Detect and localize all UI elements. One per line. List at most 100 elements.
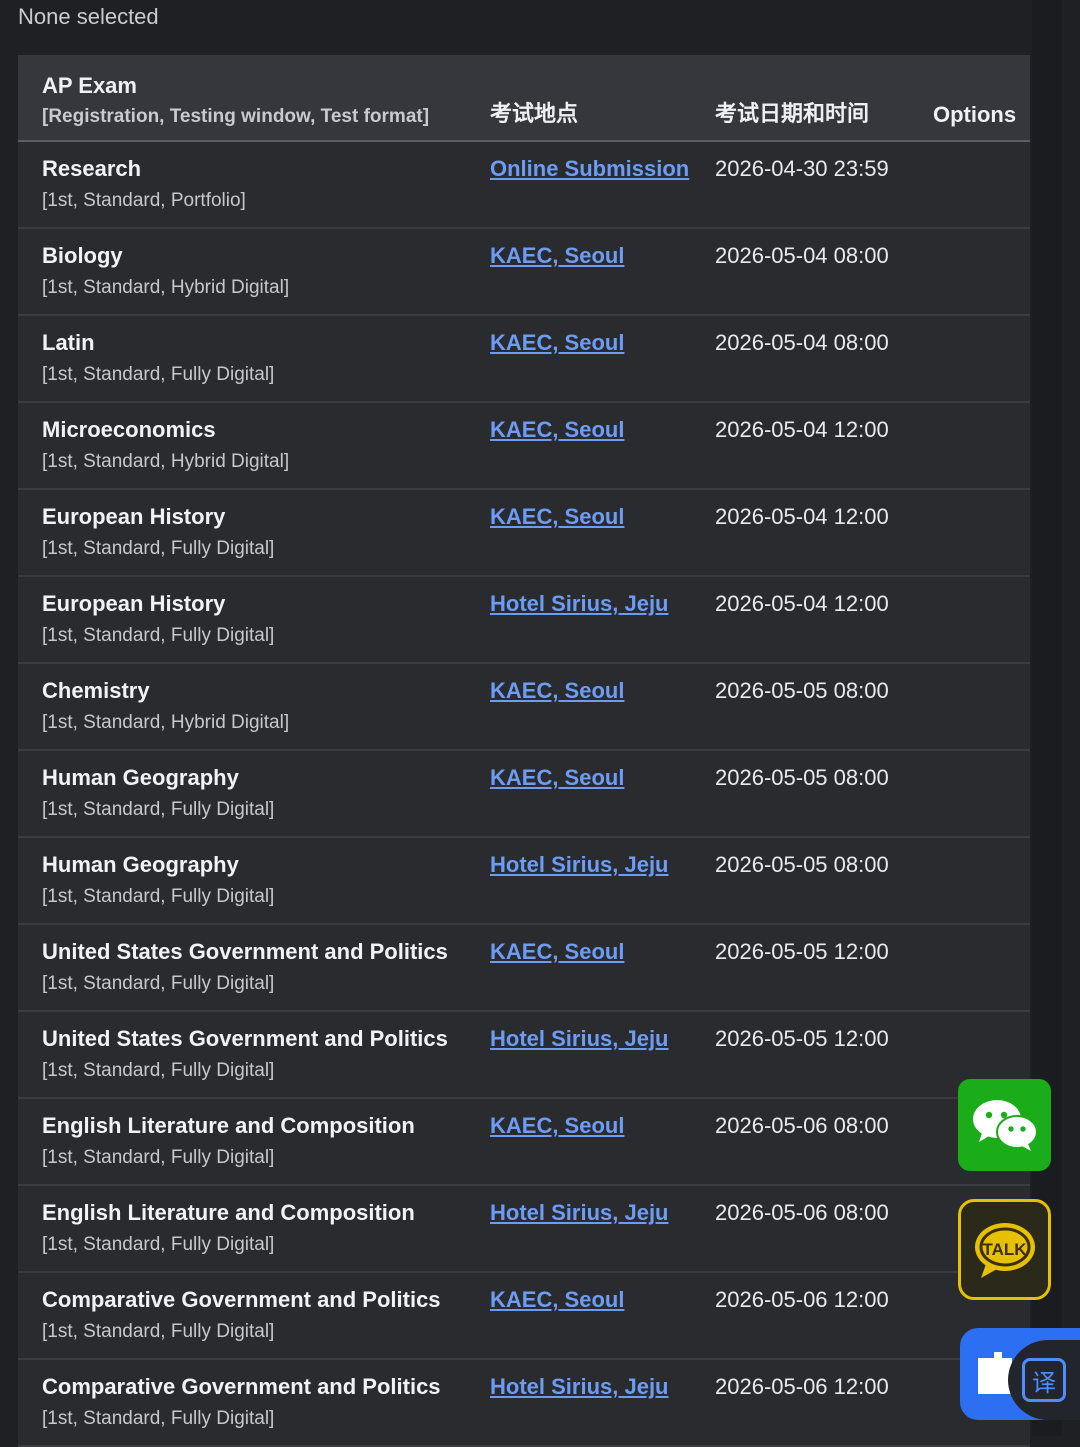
location-link[interactable]: KAEC, Seoul — [490, 1113, 624, 1138]
location-cell: KAEC, Seoul — [490, 924, 715, 1012]
kakaotalk-button[interactable]: TALK — [958, 1199, 1051, 1300]
exam-details: [1st, Standard, Fully Digital] — [42, 1147, 275, 1168]
location-cell: Hotel Sirius, Jeju — [490, 1359, 715, 1447]
table-row[interactable]: Chemistry [1st, Standard, Hybrid Digital]… — [18, 663, 1030, 751]
exam-datetime: 2026-05-05 08:00 — [715, 852, 889, 877]
exam-datetime: 2026-05-05 08:00 — [715, 765, 889, 790]
selection-status: None selected — [18, 4, 159, 29]
location-cell: Hotel Sirius, Jeju — [490, 1185, 715, 1273]
table-row[interactable]: European History [1st, Standard, Fully Di… — [18, 576, 1030, 664]
options-cell — [933, 141, 1030, 229]
location-link[interactable]: Hotel Sirius, Jeju — [490, 1374, 669, 1399]
exam-datetime: 2026-05-04 12:00 — [715, 504, 889, 529]
datetime-cell: 2026-05-04 12:00 — [715, 402, 933, 490]
location-link[interactable]: Hotel Sirius, Jeju — [490, 1200, 669, 1225]
header-exam-title: AP Exam — [42, 73, 137, 98]
options-cell — [933, 750, 1030, 838]
exam-datetime: 2026-05-05 12:00 — [715, 939, 889, 964]
location-link[interactable]: Hotel Sirius, Jeju — [490, 852, 669, 877]
exam-cell: English Literature and Composition [1st, … — [18, 1185, 490, 1273]
table-row[interactable]: Comparative Government and Politics [1st,… — [18, 1359, 1030, 1447]
options-cell — [933, 837, 1030, 925]
location-link[interactable]: KAEC, Seoul — [490, 939, 624, 964]
exam-subject: Latin — [42, 330, 95, 355]
table-row[interactable]: United States Government and Politics [1s… — [18, 1011, 1030, 1099]
exam-subject: Chemistry — [42, 678, 150, 703]
exam-cell: United States Government and Politics [1s… — [18, 1011, 490, 1099]
location-cell: KAEC, Seoul — [490, 1098, 715, 1186]
exam-datetime: 2026-05-04 12:00 — [715, 417, 889, 442]
exam-cell: Research [1st, Standard, Portfolio] — [18, 141, 490, 229]
location-link[interactable]: KAEC, Seoul — [490, 243, 624, 268]
exam-details: [1st, Standard, Fully Digital] — [42, 625, 275, 646]
table-row[interactable]: Research [1st, Standard, Portfolio] Online… — [18, 141, 1030, 229]
exam-datetime: 2026-05-06 08:00 — [715, 1200, 889, 1225]
wechat-icon — [972, 1100, 1038, 1151]
datetime-cell: 2026-05-05 08:00 — [715, 837, 933, 925]
options-cell — [933, 924, 1030, 1012]
wechat-button[interactable] — [958, 1079, 1051, 1171]
location-cell: Hotel Sirius, Jeju — [490, 1011, 715, 1099]
datetime-cell: 2026-05-06 12:00 — [715, 1359, 933, 1447]
exam-details: [1st, Standard, Hybrid Digital] — [42, 451, 290, 472]
table-row[interactable]: Human Geography [1st, Standard, Fully Dig… — [18, 837, 1030, 925]
exam-subject: English Literature and Composition — [42, 1113, 415, 1138]
location-link[interactable]: KAEC, Seoul — [490, 504, 624, 529]
location-link[interactable]: KAEC, Seoul — [490, 765, 624, 790]
exam-details: [1st, Standard, Fully Digital] — [42, 886, 275, 907]
table-row[interactable]: Biology [1st, Standard, Hybrid Digital] KA… — [18, 228, 1030, 316]
exam-cell: Human Geography [1st, Standard, Fully Dig… — [18, 750, 490, 838]
table-row[interactable]: English Literature and Composition [1st, … — [18, 1098, 1030, 1186]
location-cell: Hotel Sirius, Jeju — [490, 837, 715, 925]
location-cell: KAEC, Seoul — [490, 228, 715, 316]
exam-cell: Biology [1st, Standard, Hybrid Digital] — [18, 228, 490, 316]
location-link[interactable]: Hotel Sirius, Jeju — [490, 591, 669, 616]
location-link[interactable]: Hotel Sirius, Jeju — [490, 1026, 669, 1051]
exam-details: [1st, Standard, Fully Digital] — [42, 538, 275, 559]
location-link[interactable]: KAEC, Seoul — [490, 330, 624, 355]
header-exam[interactable]: AP Exam [Registration, Testing window, T… — [18, 55, 490, 142]
exam-datetime: 2026-04-30 23:59 — [715, 156, 889, 181]
table-row[interactable]: English Literature and Composition [1st, … — [18, 1185, 1030, 1273]
exam-subject: European History — [42, 504, 226, 529]
exam-datetime: 2026-05-04 08:00 — [715, 243, 889, 268]
header-location[interactable]: 考试地点 — [490, 55, 715, 142]
table-row[interactable]: Comparative Government and Politics [1st,… — [18, 1272, 1030, 1360]
location-link[interactable]: KAEC, Seoul — [490, 678, 624, 703]
options-cell — [933, 402, 1030, 490]
datetime-cell: 2026-05-06 12:00 — [715, 1272, 933, 1360]
exam-details: [1st, Standard, Fully Digital] — [42, 1060, 275, 1081]
datetime-cell: 2026-05-05 12:00 — [715, 1011, 933, 1099]
exam-subject: Comparative Government and Politics — [42, 1374, 441, 1399]
kakaotalk-label: TALK — [982, 1240, 1027, 1259]
datetime-cell: 2026-04-30 23:59 — [715, 141, 933, 229]
location-link[interactable]: KAEC, Seoul — [490, 417, 624, 442]
table-row[interactable]: European History [1st, Standard, Fully Di… — [18, 489, 1030, 577]
exam-subject: Human Geography — [42, 852, 239, 877]
header-datetime[interactable]: 考试日期和时间 — [715, 55, 933, 142]
exam-details: [1st, Standard, Hybrid Digital] — [42, 277, 290, 298]
datetime-cell: 2026-05-05 12:00 — [715, 924, 933, 1012]
exam-datetime: 2026-05-06 12:00 — [715, 1287, 889, 1312]
exam-cell: Human Geography [1st, Standard, Fully Dig… — [18, 837, 490, 925]
options-cell — [933, 315, 1030, 403]
exam-subject: Biology — [42, 243, 123, 268]
table-row[interactable]: United States Government and Politics [1s… — [18, 924, 1030, 1012]
table-header-row: AP Exam [Registration, Testing window, T… — [18, 55, 1030, 142]
exam-schedule-table: AP Exam [Registration, Testing window, T… — [18, 55, 1030, 1447]
translate-chip[interactable]: 译 — [1008, 1340, 1080, 1420]
table-row[interactable]: Latin [1st, Standard, Fully Digital] KAEC,… — [18, 315, 1030, 403]
exam-datetime: 2026-05-06 12:00 — [715, 1374, 889, 1399]
exam-subject: Research — [42, 156, 142, 181]
datetime-cell: 2026-05-05 08:00 — [715, 663, 933, 751]
table-row[interactable]: Human Geography [1st, Standard, Fully Dig… — [18, 750, 1030, 838]
location-link[interactable]: Online Submission — [490, 156, 689, 181]
translate-icon: 译 — [1022, 1358, 1066, 1402]
exam-details: [1st, Standard, Fully Digital] — [42, 364, 275, 385]
exam-cell: Comparative Government and Politics [1st,… — [18, 1272, 490, 1360]
options-cell — [933, 576, 1030, 664]
header-exam-subtitle: [Registration, Testing window, Test form… — [42, 106, 430, 127]
table-row[interactable]: Microeconomics [1st, Standard, Hybrid Dig… — [18, 402, 1030, 490]
location-link[interactable]: KAEC, Seoul — [490, 1287, 624, 1312]
exam-subject: European History — [42, 591, 226, 616]
